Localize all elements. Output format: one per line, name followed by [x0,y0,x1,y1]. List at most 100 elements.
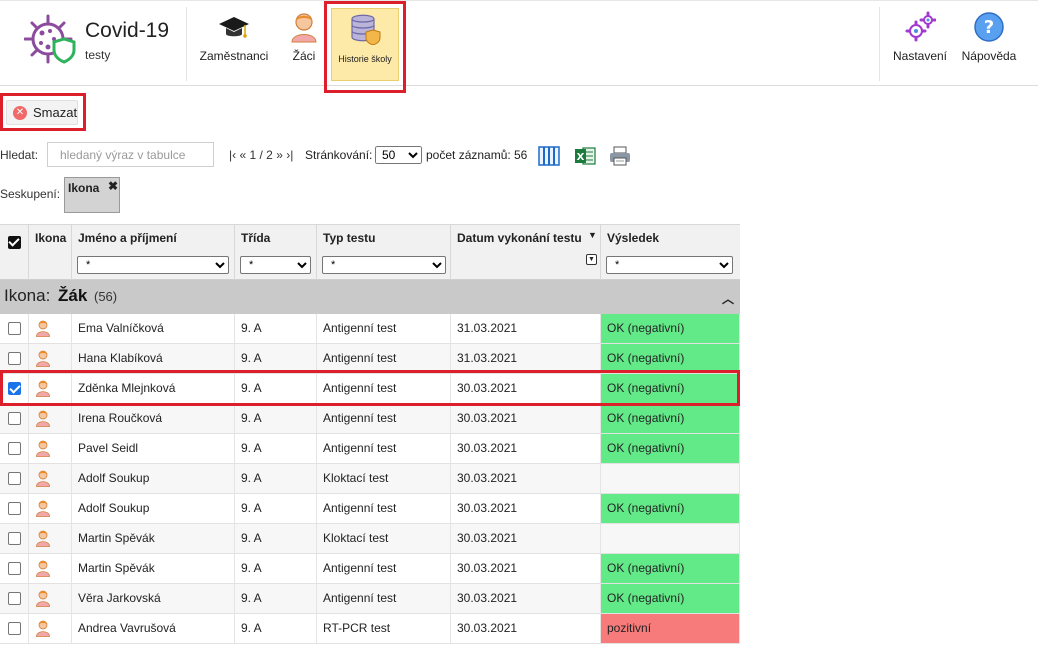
row-checkbox[interactable] [8,352,21,365]
row-icon-cell [29,584,72,613]
virus-shield-logo-icon [24,14,76,64]
pager-next-button[interactable]: » [276,148,283,162]
table-row[interactable]: Irena Roučková 9. A Antigenní test 30.03.20… [0,404,740,434]
student-icon [36,410,50,427]
student-name: Irena Roučková [72,404,235,433]
row-select-cell [0,524,29,553]
student-icon [36,500,50,517]
type-filter-select[interactable]: * [322,256,446,274]
row-checkbox[interactable] [8,442,21,455]
column-title: Ikona [35,231,67,245]
test-type: Antigenní test [317,404,451,433]
pager-last-button[interactable]: ›| [286,148,293,162]
row-select-cell [0,584,29,613]
test-type: RT-PCR test [317,614,451,643]
row-checkbox[interactable] [8,592,21,605]
table-row[interactable]: Věra Jarkovská 9. A Antigenní test 30.03.20… [0,584,740,614]
toolbar-divider [879,7,880,81]
row-checkbox[interactable] [8,502,21,515]
test-date: 30.03.2021 [451,524,601,553]
row-select-cell [0,314,29,343]
settings-button[interactable]: Nastavení [889,7,951,81]
collapse-chevron-icon[interactable]: ︿ [722,290,734,307]
student-name: Martin Spěvák [72,554,235,583]
row-checkbox[interactable] [8,322,21,335]
student-icon [36,350,50,367]
student-class: 9. A [235,314,317,343]
test-result: OK (negativní) [601,584,740,613]
student-class: 9. A [235,404,317,433]
pager-prev-button[interactable]: « [239,148,246,162]
grouping-remove-icon[interactable]: ✖ [108,179,118,193]
help-button[interactable]: ? Nápověda [957,7,1021,81]
row-icon-cell [29,614,72,643]
student-name: Věra Jarkovská [72,584,235,613]
header-select-all [0,225,29,280]
row-checkbox[interactable] [8,562,21,575]
row-checkbox[interactable] [8,472,21,485]
settings-label: Nastavení [892,49,948,63]
paging-label: Stránkování: [305,148,373,162]
pager-first-button[interactable]: |‹ [229,148,236,162]
test-date: 31.03.2021 [451,344,601,373]
grouping-chip[interactable]: Ikona ✖ [64,177,120,213]
app-subtitle: testy [85,48,111,62]
test-type: Antigenní test [317,584,451,613]
header-date-column[interactable]: Datum vykonání testu ▼ ▼ [451,225,601,280]
table-row[interactable]: Adolf Soukup 9. A Kloktací test 30.03.2021 [0,464,740,494]
table-header: Ikona Jméno a příjmení * Třída * Typ tes… [0,224,740,280]
gears-icon [905,11,936,42]
test-result: OK (negativní) [601,344,740,373]
columns-icon[interactable] [538,145,560,167]
header-name-column[interactable]: Jméno a příjmení * [72,225,235,280]
row-select-cell [0,404,29,433]
student-name: Adolf Soukup [72,464,235,493]
help-label: Nápověda [961,49,1017,63]
result-filter-select[interactable]: * [606,256,733,274]
table-row[interactable]: Martin Spěvák 9. A Kloktací test 30.03.2021 [0,524,740,554]
class-filter-select[interactable]: * [240,256,311,274]
excel-export-icon[interactable]: X [574,145,596,167]
student-name: Andrea Vavrušová [72,614,235,643]
students-button[interactable]: Žáci [280,7,328,81]
table-row[interactable]: Ema Valníčková 9. A Antigenní test 31.03.20… [0,314,740,344]
table-row[interactable]: Andrea Vavrušová 9. A RT-PCR test 30.03.202… [0,614,740,644]
header-icon-column[interactable]: Ikona [29,225,72,280]
test-type: Antigenní test [317,434,451,463]
student-icon [36,590,50,607]
paging-select[interactable]: 50 [375,146,422,164]
select-all-checkbox[interactable] [8,236,21,249]
row-icon-cell [29,434,72,463]
sort-desc-icon[interactable]: ▼ [588,230,597,240]
highlight-school-history [324,1,406,93]
date-filter-icon[interactable]: ▼ [586,254,597,265]
table-row[interactable]: Pavel Seidl 9. A Antigenní test 30.03.2021 O… [0,434,740,464]
students-label: Žáci [292,49,316,63]
header-type-column[interactable]: Typ testu * [317,225,451,280]
row-checkbox[interactable] [8,532,21,545]
search-input[interactable] [47,142,214,167]
header-class-column[interactable]: Třída * [235,225,317,280]
student-icon [36,440,50,457]
pager-status: 1 / 2 [249,148,273,162]
row-select-cell [0,554,29,583]
column-title: Třída [241,231,271,245]
row-checkbox[interactable] [8,622,21,635]
student-icon [36,620,50,637]
employees-button[interactable]: Zaměstnanci [196,7,272,81]
table-row[interactable]: Martin Spěvák 9. A Antigenní test 30.03.202… [0,554,740,584]
print-icon[interactable] [609,145,631,167]
student-class: 9. A [235,494,317,523]
column-title: Výsledek [607,231,660,245]
search-label: Hledat: [0,148,39,162]
header-result-column[interactable]: Výsledek * [601,225,740,280]
student-name: Pavel Seidl [72,434,235,463]
highlight-selected-row [0,370,740,406]
test-type: Antigenní test [317,314,451,343]
table-row[interactable]: Adolf Soukup 9. A Antigenní test 30.03.2021… [0,494,740,524]
student-icon [36,320,50,337]
group-header[interactable]: Ikona: Žák (56) ︿ [0,280,740,314]
row-checkbox[interactable] [8,412,21,425]
name-filter-select[interactable]: * [77,256,229,274]
student-class: 9. A [235,464,317,493]
